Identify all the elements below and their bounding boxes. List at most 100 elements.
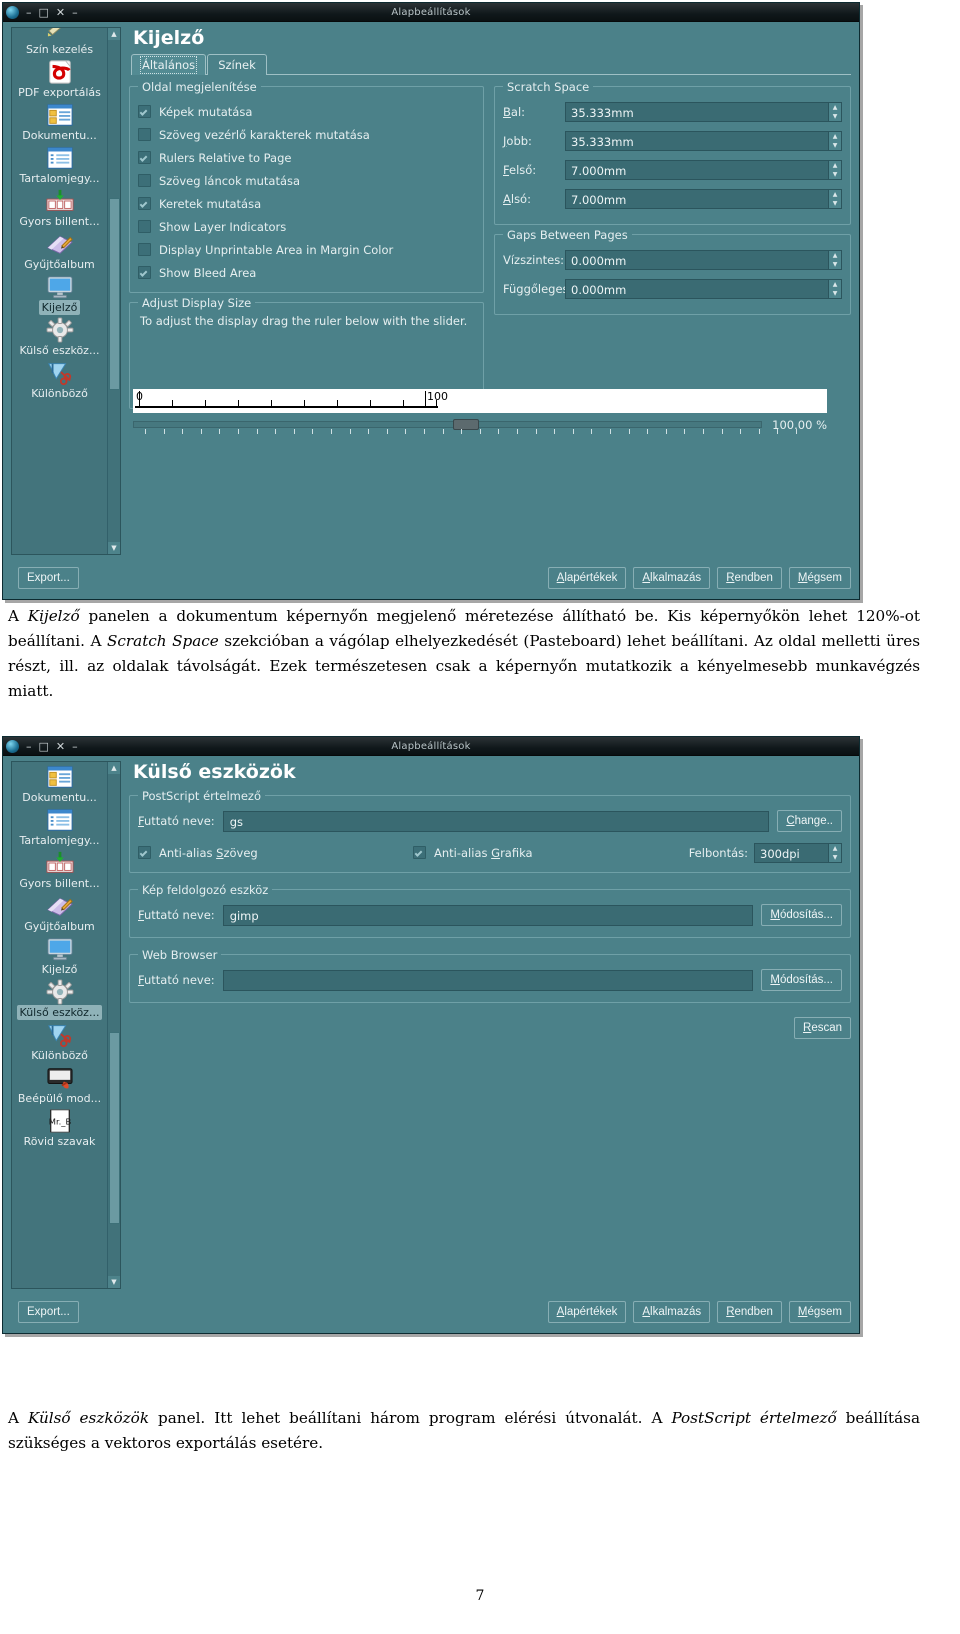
checkbox-box-icon[interactable] [138, 266, 151, 279]
sidebar-item-1[interactable]: PDF exportálás [12, 57, 107, 100]
page-display-checkbox-3[interactable]: Szöveg láncok mutatása [138, 169, 475, 192]
display-size-controls[interactable]: 0 100 100.00 % [133, 389, 827, 437]
checkbox-box-icon[interactable] [138, 105, 151, 118]
page-display-checkbox-list[interactable]: Képek mutatása Szöveg vezérlő karakterek … [138, 100, 475, 284]
sidebar-item-5[interactable]: Külső eszköz... [12, 977, 107, 1020]
category-items[interactable]: Dokumentu... Tartalomjegy... Gyors billent… [12, 762, 107, 1288]
antialias-text-checkbox[interactable]: Anti-alias Szöveg [138, 841, 413, 864]
minimize-icon[interactable]: – [26, 7, 32, 18]
sidebar-item-2[interactable]: Dokumentu... [12, 100, 107, 143]
sidebar-item-5[interactable]: Gyűjtőalbum [12, 229, 107, 272]
scratch-stepper-3[interactable]: ▲ ▼ [829, 189, 842, 209]
window-controls[interactable]: – □ ✕ – [26, 741, 78, 752]
window-controls[interactable]: – □ ✕ – [26, 7, 78, 18]
maximize-icon[interactable]: □ [39, 7, 49, 18]
sidebar-item-3[interactable]: Tartalomjegy... [12, 143, 107, 186]
sidebar-item-8[interactable]: Mr._B Rövid szavak [12, 1106, 107, 1149]
stepper-down-icon[interactable]: ▼ [829, 853, 841, 862]
page-display-checkbox-4[interactable]: Keretek mutatása [138, 192, 475, 215]
scratch-stepper-0[interactable]: ▲ ▼ [829, 102, 842, 122]
display-size-ruler[interactable]: 0 100 [133, 389, 827, 413]
sidebar-item-8[interactable]: Különböző [12, 358, 107, 401]
sidebar-item-6[interactable]: Kijelző [12, 272, 107, 315]
stepper-up-icon[interactable]: ▲ [829, 844, 841, 853]
sidebar-item-6[interactable]: Különböző [12, 1020, 107, 1063]
tab-bar[interactable]: Általános Színek [131, 54, 851, 75]
scroll-down-arrow-icon[interactable]: ▼ [108, 1276, 120, 1288]
page-display-checkbox-2[interactable]: Rulers Relative to Page [138, 146, 475, 169]
cancel-button[interactable]: Mégsem [788, 1301, 851, 1323]
shade-icon[interactable]: – [72, 741, 78, 752]
sidebar-item-4[interactable]: Kijelző [12, 934, 107, 977]
tab-altalanos[interactable]: Általános [131, 54, 207, 75]
stepper-down-icon[interactable]: ▼ [829, 260, 841, 269]
export-button[interactable]: Export... [18, 1301, 79, 1323]
defaults-button[interactable]: Alapértékek [547, 1301, 627, 1323]
scrollbar-thumb[interactable] [109, 198, 120, 390]
stepper-up-icon[interactable]: ▲ [829, 161, 841, 170]
dialog-footer[interactable]: Export... Alapértékek Alkalmazás Rendben… [11, 1299, 851, 1325]
ps-runner-input[interactable]: gs [222, 810, 770, 832]
sidebar-item-3[interactable]: Gyűjtőalbum [12, 891, 107, 934]
checkbox-box-icon[interactable] [138, 846, 151, 859]
ok-button[interactable]: Rendben [717, 567, 782, 589]
apply-button[interactable]: Alkalmazás [633, 1301, 711, 1323]
stepper-down-icon[interactable]: ▼ [829, 112, 841, 121]
gaps-stepper-1[interactable]: ▲ ▼ [829, 279, 842, 299]
tab-szinek[interactable]: Színek [207, 54, 267, 75]
scratch-stepper-1[interactable]: ▲ ▼ [829, 131, 842, 151]
resolution-input[interactable]: 300dpi [754, 842, 829, 863]
scratch-input-1[interactable]: 35.333mm [565, 131, 829, 151]
stepper-down-icon[interactable]: ▼ [829, 199, 841, 208]
rescan-button[interactable]: Rescan [794, 1017, 851, 1039]
apply-button[interactable]: Alkalmazás [633, 567, 711, 589]
shade-icon[interactable]: – [72, 7, 78, 18]
cancel-button[interactable]: Mégsem [788, 567, 851, 589]
preferences-window-display[interactable]: – □ ✕ – Alapbeállítások Szín kezelés PDF … [2, 2, 860, 600]
gaps-input-0[interactable]: 0.000mm [565, 250, 829, 270]
preferences-category-list[interactable]: Dokumentu... Tartalomjegy... Gyors billent… [11, 761, 121, 1289]
checkbox-box-icon[interactable] [138, 151, 151, 164]
page-display-checkbox-0[interactable]: Képek mutatása [138, 100, 475, 123]
img-runner-input[interactable]: gimp [222, 904, 754, 926]
antialias-graphics-checkbox[interactable]: Anti-alias Grafika [413, 841, 689, 864]
scratch-input-0[interactable]: 35.333mm [565, 102, 829, 122]
gaps-input-1[interactable]: 0.000mm [565, 279, 829, 299]
sidebar-item-2[interactable]: Gyors billent... [12, 848, 107, 891]
page-display-checkbox-7[interactable]: Show Bleed Area [138, 261, 475, 284]
page-display-checkbox-1[interactable]: Szöveg vezérlő karakterek mutatása [138, 123, 475, 146]
checkbox-box-icon[interactable] [413, 846, 426, 859]
gaps-fields[interactable]: Vízszintes: 0.000mm ▲ ▼ Függőleges: 0.000mm ▲ ▼ [503, 248, 842, 301]
scratch-row-1[interactable]: Jobb: 35.333mm ▲ ▼ [503, 129, 842, 153]
sidebar-item-7[interactable]: Beépülő mod... [12, 1063, 107, 1106]
export-button[interactable]: Export... [18, 567, 79, 589]
defaults-button[interactable]: Alapértékek [547, 567, 627, 589]
scratch-input-3[interactable]: 7.000mm [565, 189, 829, 209]
scroll-down-arrow-icon[interactable]: ▼ [108, 542, 120, 554]
maximize-icon[interactable]: □ [39, 741, 49, 752]
preferences-window-external-tools[interactable]: – □ ✕ – Alapbeállítások Dokumentu... Tart… [2, 736, 860, 1334]
slider-track[interactable] [133, 421, 763, 428]
checkbox-box-icon[interactable] [138, 197, 151, 210]
titlebar[interactable]: – □ ✕ – Alapbeállítások [3, 3, 859, 22]
scrollbar-thumb[interactable] [109, 1032, 120, 1224]
dialog-footer[interactable]: Export... Alapértékek Alkalmazás Rendben… [11, 565, 851, 591]
gaps-stepper-0[interactable]: ▲ ▼ [829, 250, 842, 270]
ps-change-button[interactable]: Change.. [777, 810, 842, 832]
sidebar-item-0[interactable]: Dokumentu... [12, 762, 107, 805]
stepper-down-icon[interactable]: ▼ [829, 170, 841, 179]
scratch-input-2[interactable]: 7.000mm [565, 160, 829, 180]
page-display-checkbox-5[interactable]: Show Layer Indicators [138, 215, 475, 238]
img-change-button[interactable]: Módosítás... [761, 904, 842, 926]
stepper-up-icon[interactable]: ▲ [829, 190, 841, 199]
checkbox-box-icon[interactable] [138, 243, 151, 256]
preferences-category-list[interactable]: Szín kezelés PDF exportálás Dokumentu... Ta… [11, 27, 121, 555]
category-items[interactable]: Szín kezelés PDF exportálás Dokumentu... Ta… [12, 28, 107, 554]
sidebar-scrollbar[interactable]: ▲ ▼ [107, 762, 120, 1288]
checkbox-box-icon[interactable] [138, 174, 151, 187]
stepper-up-icon[interactable]: ▲ [829, 251, 841, 260]
scratch-space-fields[interactable]: Bal: 35.333mm ▲ ▼ Jobb: 35.333mm ▲ ▼ Felső: 7.000… [503, 100, 842, 211]
ok-button[interactable]: Rendben [717, 1301, 782, 1323]
titlebar[interactable]: – □ ✕ – Alapbeállítások [3, 737, 859, 756]
close-icon[interactable]: ✕ [56, 7, 65, 18]
